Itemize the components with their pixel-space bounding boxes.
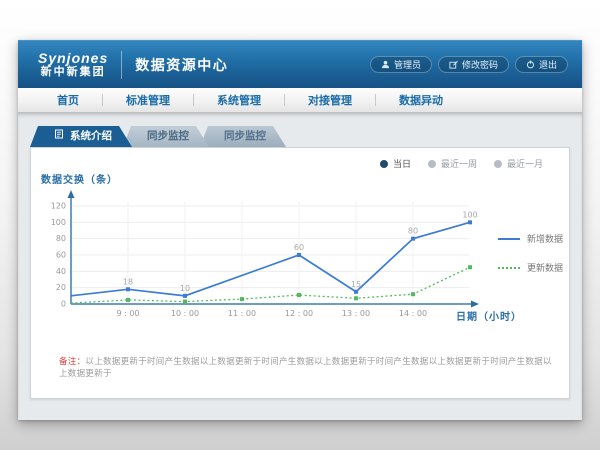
radio-dot-icon: [428, 160, 436, 168]
time-range-filter: 当日 最近一周 最近一月: [380, 157, 543, 170]
change-password-button[interactable]: 修改密码: [438, 56, 509, 73]
nav-item-interface-mgmt[interactable]: 对接管理: [285, 92, 375, 108]
logout-label: 退出: [539, 58, 557, 71]
radio-label: 最近一周: [441, 157, 477, 170]
admin-user-label: 管理员: [394, 58, 421, 71]
nav-item-home[interactable]: 首页: [34, 92, 102, 108]
change-password-label: 修改密码: [462, 58, 498, 71]
radio-last-month[interactable]: 最近一月: [494, 157, 543, 170]
svg-text:60: 60: [294, 243, 304, 252]
power-icon: [526, 60, 535, 69]
svg-text:100: 100: [462, 210, 477, 219]
content-area: 系统介绍 同步监控 同步监控 当日 最近一周: [18, 113, 582, 420]
radio-dot-icon: [494, 160, 502, 168]
footnote-prefix: 备注：: [59, 356, 85, 366]
chart-legend: 新增数据 更新数据: [498, 232, 563, 290]
svg-text:80: 80: [408, 227, 418, 236]
app-window: Synjones 新中新集团 数据资源中心 管理员 修改密码: [18, 40, 582, 420]
svg-text:13 : 00: 13 : 00: [342, 309, 370, 318]
svg-text:40: 40: [56, 267, 66, 276]
solid-line-swatch-icon: [498, 238, 520, 240]
radio-label: 当日: [393, 157, 411, 170]
footnote-text: 以上数据更新于时间产生数据以上数据更新于时间产生数据以上数据更新于时间产生数据以…: [59, 356, 552, 378]
svg-text:120: 120: [51, 202, 66, 211]
svg-text:12 : 00: 12 : 00: [285, 309, 313, 318]
svg-text:11 : 00: 11 : 00: [228, 309, 256, 318]
app-title: 数据资源中心: [135, 55, 228, 75]
radio-label: 最近一月: [507, 157, 543, 170]
company-logo: Synjones 新中新集团: [38, 51, 108, 78]
app-header: Synjones 新中新集团 数据资源中心 管理员 修改密码: [18, 40, 582, 88]
svg-text:18: 18: [123, 277, 133, 286]
svg-text:10: 10: [180, 284, 190, 293]
svg-text:60: 60: [56, 251, 66, 260]
nav-item-data-change[interactable]: 数据异动: [376, 92, 466, 108]
svg-text:9 : 00: 9 : 00: [116, 309, 139, 318]
svg-text:20: 20: [56, 283, 66, 292]
logo-text-en: Synjones: [38, 51, 108, 66]
line-chart: 0 20 40 60 80 100 120 9 : 00 10 : 00 11 : 00 12 : …: [51, 186, 491, 338]
chart-panel: 当日 最近一周 最近一月 数据交换（条） 0 20 40 60 80 100 120 9 : …: [30, 147, 570, 399]
nav-item-system-mgmt[interactable]: 系统管理: [194, 92, 284, 108]
svg-text:80: 80: [56, 234, 66, 243]
svg-text:0: 0: [61, 300, 66, 309]
document-icon: [54, 126, 64, 147]
svg-text:10 : 00: 10 : 00: [171, 309, 199, 318]
header-divider: [121, 51, 122, 79]
tab-system-intro[interactable]: 系统介绍: [30, 126, 132, 147]
radio-today[interactable]: 当日: [380, 157, 411, 170]
nav-item-standard-mgmt[interactable]: 标准管理: [103, 92, 193, 108]
legend-item-new-data[interactable]: 新增数据: [498, 232, 563, 245]
logo-text-cn: 新中新集团: [38, 66, 108, 78]
radio-last-week[interactable]: 最近一周: [428, 157, 477, 170]
tab-label: 系统介绍: [70, 126, 112, 147]
legend-item-update-data[interactable]: 更新数据: [498, 261, 563, 274]
main-nav: 首页 标准管理 系统管理 对接管理 数据异动: [18, 88, 582, 113]
tab-label: 同步监控: [147, 130, 189, 142]
footnote: 备注：以上数据更新于时间产生数据以上数据更新于时间产生数据以上数据更新于时间产生…: [59, 355, 555, 379]
edit-icon: [449, 60, 458, 69]
tab-bar: 系统介绍 同步监控 同步监控: [30, 126, 277, 147]
logout-button[interactable]: 退出: [515, 56, 568, 73]
svg-text:14 : 00: 14 : 00: [399, 309, 427, 318]
header-buttons: 管理员 修改密码 退出: [370, 56, 568, 73]
legend-label: 新增数据: [527, 232, 563, 245]
user-icon: [381, 60, 390, 69]
dotted-line-swatch-icon: [498, 267, 520, 269]
tab-sync-monitor-1[interactable]: 同步监控: [123, 126, 209, 147]
tab-sync-monitor-2[interactable]: 同步监控: [200, 126, 286, 147]
svg-text:100: 100: [51, 218, 66, 227]
radio-dot-icon: [380, 160, 388, 168]
svg-text:15: 15: [351, 280, 361, 289]
admin-user-button[interactable]: 管理员: [370, 56, 432, 73]
legend-label: 更新数据: [527, 261, 563, 274]
tab-label: 同步监控: [224, 130, 266, 142]
x-axis-title: 日期（小时）: [456, 308, 522, 323]
y-axis-title: 数据交换（条）: [41, 171, 118, 186]
